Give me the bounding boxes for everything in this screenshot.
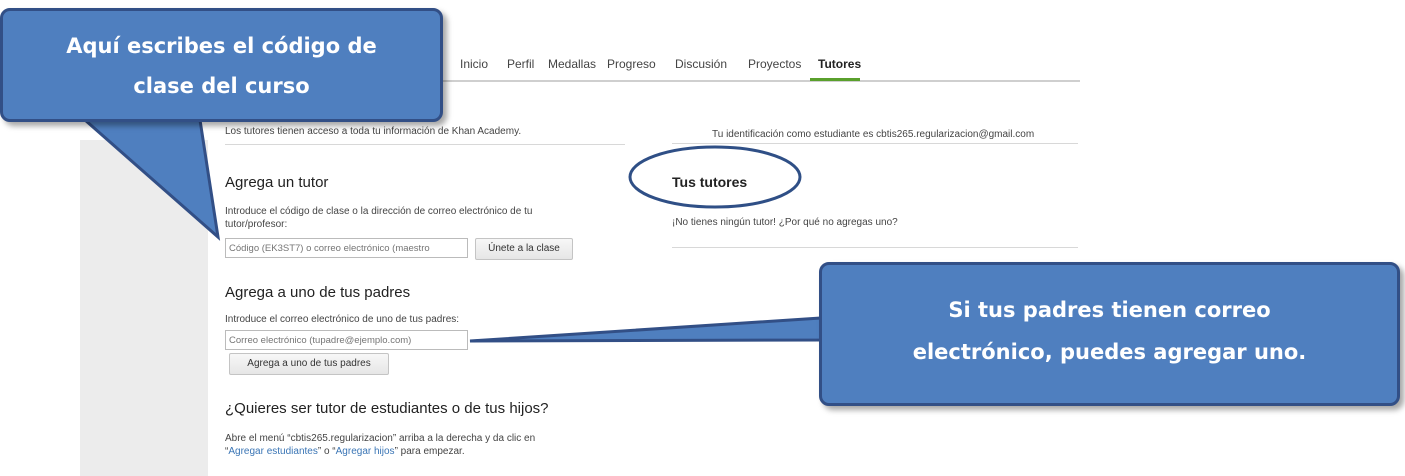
parents-callout-line-2: electrónico, puedes agregar uno. [912, 340, 1307, 364]
class-code-callout-line-1: Aquí escribes el código de [66, 34, 377, 58]
parents-callout-line-1: Si tus padres tienen correo [948, 298, 1271, 322]
tus-tutores-highlight-ellipse [628, 145, 802, 209]
class-code-callout-line-2: clase del curso [133, 74, 310, 98]
parents-callout: Si tus padres tienen correo electrónico,… [819, 262, 1400, 406]
class-code-callout-tail [81, 118, 221, 241]
class-code-callout: Aquí escribes el código de clase del cur… [0, 8, 443, 122]
parents-callout-tail [469, 316, 823, 343]
